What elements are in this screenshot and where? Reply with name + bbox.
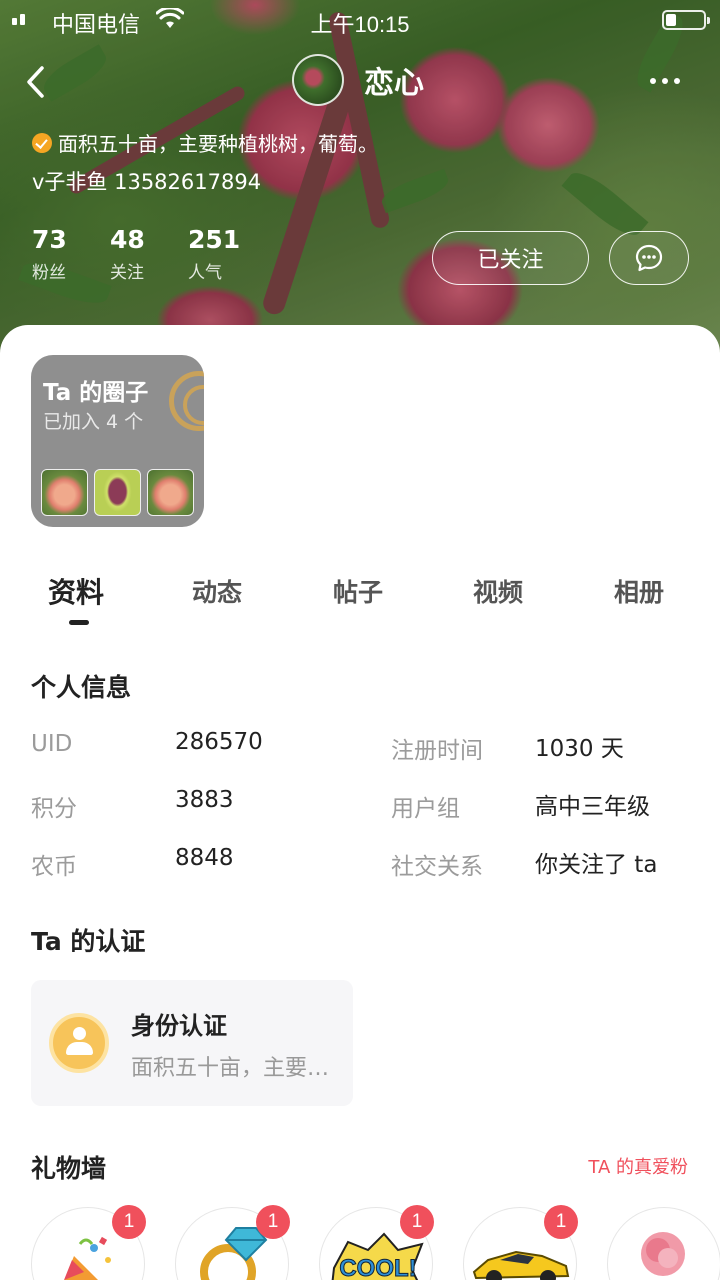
chat-bubble-icon (635, 244, 663, 272)
avatar[interactable] (292, 54, 344, 106)
profile-stats: 73 粉丝 48 关注 251 人气 (32, 225, 246, 284)
info-value: 1030 天 (535, 736, 624, 762)
bio-line: 面积五十亩，主要种植桃树，葡萄。 (32, 128, 378, 157)
contact-text: v子非鱼 13582617894 (32, 170, 262, 194)
tab-albums[interactable]: 相册 (614, 573, 664, 609)
info-label: UID (31, 731, 73, 757)
identity-certification-card[interactable]: 身份认证 面积五十亩，主要种植桃树，葡萄。 (31, 980, 353, 1106)
cert-card-description: 面积五十亩，主要种植桃树，葡萄。 (131, 1056, 337, 1081)
stat-value: 73 (32, 225, 67, 254)
bio-text: 面积五十亩，主要种植桃树，葡萄。 (58, 132, 378, 156)
stat-value: 48 (110, 225, 145, 254)
tab-videos[interactable]: 视频 (473, 573, 523, 609)
sports-car-icon (472, 1250, 570, 1280)
info-label: 社交关系 (391, 854, 483, 880)
gift-count-badge: 1 (400, 1205, 434, 1239)
info-value: 高中三年级 (535, 794, 650, 820)
peach-thumbnail (147, 469, 194, 516)
verified-badge-icon (32, 132, 52, 153)
active-tab-indicator (69, 620, 89, 625)
cert-card-title: 身份认证 (131, 1012, 227, 1040)
stat-label: 关注 (110, 263, 144, 283)
stat-following[interactable]: 48 关注 (110, 225, 168, 284)
tab-activity[interactable]: 动态 (192, 573, 242, 609)
gift-wall-list: 1 1 COOL! 1 1 (31, 1205, 720, 1280)
info-label: 注册时间 (391, 738, 483, 764)
grape-thumbnail (94, 469, 141, 516)
gift-count-badge: 1 (544, 1205, 578, 1239)
party-popper-icon (64, 1236, 111, 1280)
circle-thumbnails (41, 469, 194, 516)
followed-button[interactable]: 已关注 (432, 231, 589, 285)
stat-label: 粉丝 (32, 263, 66, 283)
nickname: 恋心 (364, 66, 424, 101)
gift-item[interactable] (607, 1207, 720, 1280)
circle-logo-icon (169, 371, 204, 431)
info-value: 你关注了 ta (535, 852, 658, 878)
gift-count-badge: 1 (112, 1205, 146, 1239)
battery-icon (662, 10, 710, 30)
info-label: 农币 (31, 854, 77, 880)
rose-icon (641, 1232, 685, 1276)
tab-profile[interactable]: 资料 (48, 571, 104, 611)
user-icon (49, 1013, 109, 1073)
more-options-icon[interactable] (650, 78, 680, 84)
profile-sheet: Ta 的圈子 已加入 4 个 资料 动态 帖子 视频 相册 个人信息 UID 2… (0, 325, 720, 1280)
status-bar: 中国电信 上午10:15 (0, 0, 720, 40)
info-label: 积分 (31, 796, 77, 822)
info-value: 286570 (175, 729, 263, 755)
certification-heading: Ta 的认证 (31, 927, 146, 956)
clock: 上午10:15 (310, 12, 410, 37)
stat-label: 人气 (188, 263, 222, 283)
svg-text:COOL!: COOL! (339, 1255, 416, 1280)
back-arrow-icon[interactable] (20, 62, 54, 102)
info-value: 8848 (175, 845, 234, 871)
info-value: 3883 (175, 787, 234, 813)
profile-tabs: 资料 动态 帖子 视频 相册 (0, 565, 720, 635)
true-fans-link[interactable]: TA 的真爱粉 (588, 1153, 688, 1179)
circle-card[interactable]: Ta 的圈子 已加入 4 个 (31, 355, 204, 527)
message-button[interactable] (609, 231, 689, 285)
stat-popularity: 251 人气 (188, 225, 246, 284)
stat-fans[interactable]: 73 粉丝 (32, 225, 90, 284)
circle-card-subtitle: 已加入 4 个 (43, 411, 144, 433)
tab-posts[interactable]: 帖子 (333, 573, 383, 609)
info-label: 用户组 (391, 796, 460, 822)
peach-thumbnail (41, 469, 88, 516)
gift-wall-heading: 礼物墙 (31, 1154, 107, 1183)
stat-value: 251 (188, 225, 241, 254)
circle-card-title: Ta 的圈子 (43, 380, 149, 406)
gift-count-badge: 1 (256, 1205, 290, 1239)
personal-info-heading: 个人信息 (31, 673, 132, 702)
